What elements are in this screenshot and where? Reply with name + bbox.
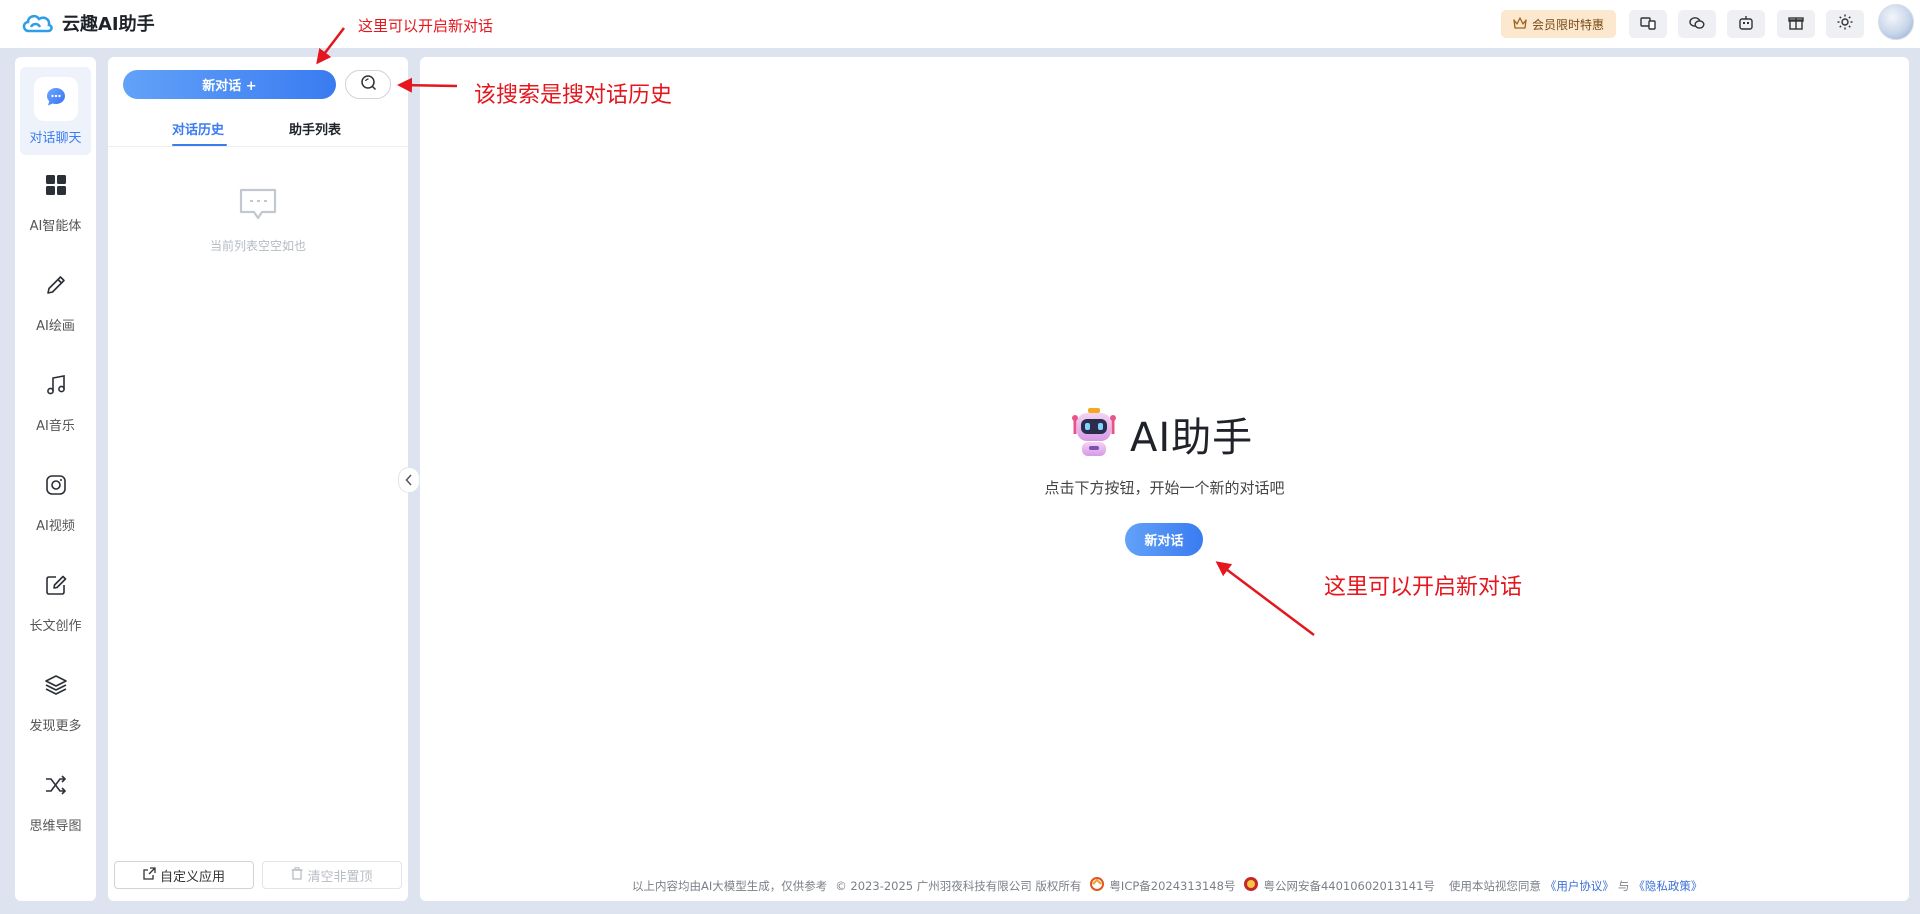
custom-app-button[interactable]: 自定义应用 <box>114 861 254 889</box>
music-note-icon <box>45 374 67 400</box>
cloud-logo-icon <box>20 10 54 36</box>
wechat-button[interactable] <box>1678 10 1716 38</box>
top-header: 云趣AI助手 会员限时特惠 <box>0 0 1920 48</box>
main-area: AI助手 点击下方按钮，开始一个新的对话吧 新对话 以上内容均由AI大模型生成，… <box>420 57 1909 901</box>
nav-item-longform[interactable]: 长文创作 <box>20 555 91 643</box>
footer-disclaimer: 以上内容均由AI大模型生成，仅供参考 <box>632 878 828 893</box>
gift-icon <box>1788 15 1804 34</box>
history-tabs: 对话历史 助手列表 <box>108 111 408 147</box>
shuffle-icon <box>44 774 68 800</box>
chevron-left-icon <box>405 471 413 490</box>
empty-message-icon <box>238 187 278 225</box>
tab-assistants[interactable]: 助手列表 <box>289 119 341 138</box>
pencil-icon <box>45 274 67 300</box>
vip-offer-label: 会员限时特惠 <box>1531 17 1604 32</box>
grid-icon <box>45 174 67 200</box>
hero-title: AI助手 <box>1068 405 1253 463</box>
nav-label-discover: 发现更多 <box>29 719 82 734</box>
annotation-top: 这里可以开启新对话 <box>358 17 494 35</box>
nav-label-chat: 对话聊天 <box>29 131 82 146</box>
police-badge-icon <box>1243 876 1259 895</box>
privacy-policy-link[interactable]: 《隐私政策》 <box>1633 878 1702 894</box>
nav-item-video[interactable]: AI视频 <box>20 455 91 543</box>
nav-item-music[interactable]: AI音乐 <box>20 355 91 443</box>
crown-icon <box>1513 16 1527 32</box>
hero-subtitle: 点击下方按钮，开始一个新的对话吧 <box>1044 479 1285 497</box>
gift-button[interactable] <box>1777 10 1815 38</box>
device-switch-button[interactable] <box>1629 10 1667 38</box>
wechat-icon <box>1689 15 1705 34</box>
footer-and: 与 <box>1617 878 1630 893</box>
footer-icp[interactable]: 粤ICP备2024313148号 <box>1109 878 1235 894</box>
nav-label-longform: 长文创作 <box>29 619 82 634</box>
app-logo[interactable]: 云趣AI助手 <box>20 10 155 36</box>
user-agreement-link[interactable]: 《用户协议》 <box>1545 878 1614 894</box>
active-tab-indicator <box>172 144 227 146</box>
custom-app-label: 自定义应用 <box>159 869 225 885</box>
robot-button[interactable] <box>1727 10 1765 38</box>
nav-item-mindmap[interactable]: 思维导图 <box>20 755 91 843</box>
device-switch-icon <box>1640 15 1656 34</box>
clear-unpinned-label: 清空非置顶 <box>307 869 373 885</box>
nav-item-drawing[interactable]: AI绘画 <box>20 255 91 343</box>
collapse-panel-handle[interactable] <box>398 467 420 493</box>
footer-police[interactable]: 粤公网安备44010602013141号 <box>1263 878 1434 894</box>
robot-icon <box>1738 15 1754 34</box>
hero-title-text: AI助手 <box>1130 415 1254 461</box>
left-nav: 对话聊天 AI智能体 AI绘画 AI音乐 AI视频 长文创作 发现更多 思维导图 <box>15 57 96 901</box>
nav-label-music: AI音乐 <box>36 419 75 434</box>
camera-icon <box>45 474 67 500</box>
app-name: 云趣AI助手 <box>62 14 155 35</box>
history-search-button[interactable] <box>345 70 391 99</box>
user-avatar[interactable] <box>1878 4 1914 40</box>
nav-label-video: AI视频 <box>36 519 75 534</box>
edit-square-icon <box>45 574 67 600</box>
new-chat-label: 新对话 + <box>202 79 257 94</box>
robot-mascot-icon <box>1068 406 1120 462</box>
hero-new-chat-label: 新对话 <box>1144 534 1184 549</box>
nav-item-chat[interactable]: 对话聊天 <box>20 67 91 155</box>
layers-icon <box>44 674 68 700</box>
empty-list-text: 当前列表空空如也 <box>209 239 306 253</box>
nav-item-agents[interactable]: AI智能体 <box>20 155 91 243</box>
clear-unpinned-button[interactable]: 清空非置顶 <box>262 861 402 889</box>
nav-label-mindmap: 思维导图 <box>29 819 82 834</box>
history-panel: 新对话 + 对话历史 助手列表 当前列表空空如也 自定义应用 清空非置顶 <box>108 57 408 901</box>
new-chat-button[interactable]: 新对话 + <box>123 70 336 99</box>
theme-toggle-button[interactable] <box>1826 10 1864 38</box>
footer-copyright: © 2023-2025 广州羽夜科技有限公司 版权所有 <box>835 878 1082 893</box>
theme-sun-icon <box>1837 14 1853 34</box>
footer: 以上内容均由AI大模型生成，仅供参考 © 2023-2025 广州羽夜科技有限公… <box>420 876 1909 895</box>
nav-label-agents: AI智能体 <box>29 219 82 234</box>
search-icon <box>360 74 377 95</box>
hero-new-chat-button[interactable]: 新对话 <box>1125 523 1203 556</box>
share-out-icon <box>143 866 156 884</box>
annotation-search: 该搜索是搜对话历史 <box>474 83 673 108</box>
nav-item-discover[interactable]: 发现更多 <box>20 655 91 743</box>
annotation-main: 这里可以开启新对话 <box>1324 575 1523 600</box>
tab-history[interactable]: 对话历史 <box>172 119 224 138</box>
vip-offer-button[interactable]: 会员限时特惠 <box>1501 10 1616 38</box>
chat-bubble-icon <box>45 86 67 112</box>
trash-icon <box>291 866 303 884</box>
icp-badge-icon <box>1089 876 1105 895</box>
footer-agree-prefix: 使用本站视您同意 <box>1448 878 1541 893</box>
nav-label-drawing: AI绘画 <box>36 319 75 334</box>
